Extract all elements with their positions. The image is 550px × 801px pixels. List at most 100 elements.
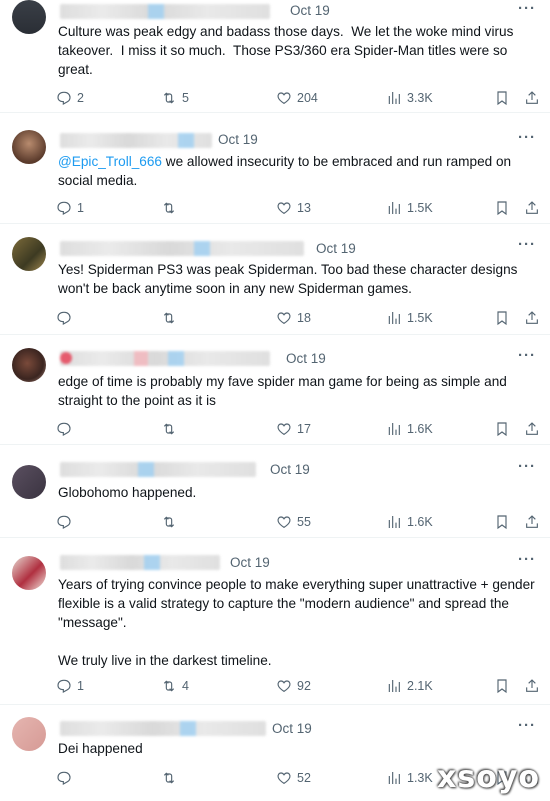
bookmark-action[interactable] [494, 308, 510, 328]
tweet[interactable]: Oct 19 ··· Globohomo happened. 55 1.6K [0, 445, 550, 538]
avatar[interactable] [12, 348, 46, 382]
more-options-icon[interactable]: ··· [518, 458, 536, 475]
tweet-text: Culture was peak edgy and badass those d… [58, 24, 518, 77]
views-action[interactable]: 1.5K [386, 198, 433, 218]
tweet-date[interactable]: Oct 19 [270, 462, 310, 477]
replies-count: 2 [77, 91, 84, 105]
like-action[interactable]: 55 [276, 512, 311, 532]
like-action[interactable]: 17 [276, 419, 311, 439]
likes-count: 204 [297, 91, 318, 105]
like-action[interactable]: 18 [276, 308, 311, 328]
tweet-date[interactable]: Oct 19 [218, 132, 258, 147]
reply-action[interactable]: 2 [56, 88, 84, 108]
reply-icon [56, 200, 72, 216]
like-action[interactable]: 92 [276, 676, 311, 696]
reply-action[interactable] [56, 308, 77, 328]
more-options-icon[interactable]: ··· [518, 129, 536, 146]
more-options-icon[interactable]: ··· [518, 236, 536, 253]
retweet-action[interactable] [161, 419, 182, 439]
views-action[interactable]: 1.6K [386, 419, 433, 439]
retweet-action[interactable] [161, 198, 182, 218]
mention-link[interactable]: @Epic_Troll_666 [58, 154, 162, 169]
tweet-text: Globohomo happened. [58, 485, 197, 500]
retweet-icon [161, 770, 177, 786]
like-action[interactable]: 52 [276, 768, 311, 788]
tweet[interactable]: Oct 19 ··· edge of time is probably my f… [0, 335, 550, 445]
reply-action[interactable] [56, 768, 77, 788]
retweet-action[interactable] [161, 308, 182, 328]
tweet-date[interactable]: Oct 19 [290, 3, 330, 18]
views-icon [386, 200, 402, 216]
bookmark-action[interactable] [494, 676, 510, 696]
share-icon [524, 310, 540, 326]
retweet-action[interactable] [161, 512, 182, 532]
author-name-blurred [60, 721, 266, 736]
more-options-icon[interactable]: ··· [518, 347, 536, 364]
author-name-blurred [60, 241, 304, 256]
avatar[interactable] [12, 465, 46, 499]
tweet[interactable]: Oct 19 ··· Culture was peak edgy and bad… [0, 0, 550, 113]
more-options-icon[interactable]: ··· [518, 0, 536, 17]
views-action[interactable]: 1.6K [386, 512, 433, 532]
avatar[interactable] [12, 0, 46, 34]
reply-action[interactable]: 1 [56, 198, 84, 218]
bookmark-action[interactable] [494, 419, 510, 439]
reply-action[interactable] [56, 419, 77, 439]
likes-count: 17 [297, 422, 311, 436]
avatar[interactable] [12, 237, 46, 271]
author-name-blurred [60, 462, 256, 477]
tweet-actions: 1 4 92 2.1K [56, 676, 546, 696]
retweet-action[interactable]: 4 [161, 676, 189, 696]
avatar[interactable] [12, 717, 46, 751]
tweet-text: Dei happened [58, 741, 143, 756]
tweet[interactable]: Oct 19 ··· Yes! Spiderman PS3 was peak S… [0, 224, 550, 335]
bookmark-action[interactable] [494, 88, 510, 108]
tweet-date[interactable]: Oct 19 [286, 351, 326, 366]
author-name-blurred [60, 555, 220, 570]
tweet-date[interactable]: Oct 19 [272, 721, 312, 736]
likes-count: 13 [297, 201, 311, 215]
tweet-actions: 55 1.6K [56, 512, 546, 532]
like-action[interactable]: 13 [276, 198, 311, 218]
share-action[interactable] [524, 198, 540, 218]
retweet-action[interactable]: 5 [161, 88, 189, 108]
share-action[interactable] [524, 512, 540, 532]
reply-action[interactable]: 1 [56, 676, 84, 696]
views-action[interactable]: 1.5K [386, 308, 433, 328]
more-options-icon[interactable]: ··· [518, 717, 536, 734]
tweet-actions: 17 1.6K [56, 419, 546, 439]
like-action[interactable]: 204 [276, 88, 318, 108]
reply-action[interactable] [56, 512, 77, 532]
bookmark-icon [494, 90, 510, 106]
more-options-icon[interactable]: ··· [518, 551, 536, 568]
views-icon [386, 514, 402, 530]
bookmark-action[interactable] [494, 512, 510, 532]
tweet-actions: 2 5 204 3.3K [56, 88, 546, 108]
reply-icon [56, 514, 72, 530]
retweet-action[interactable] [161, 768, 182, 788]
tweet[interactable]: Oct 19 ··· @Epic_Troll_666 we allowed in… [0, 113, 550, 224]
views-action[interactable]: 2.1K [386, 676, 433, 696]
avatar[interactable] [12, 556, 46, 590]
tweet-date[interactable]: Oct 19 [316, 241, 356, 256]
views-icon [386, 310, 402, 326]
share-action[interactable] [524, 676, 540, 696]
views-count: 1.3K [407, 771, 433, 785]
retweet-icon [161, 514, 177, 530]
bookmark-action[interactable] [494, 198, 510, 218]
author-name-blurred [60, 4, 270, 19]
share-action[interactable] [524, 308, 540, 328]
like-icon [276, 678, 292, 694]
views-action[interactable]: 3.3K [386, 88, 433, 108]
share-icon [524, 90, 540, 106]
avatar[interactable] [12, 130, 46, 164]
views-count: 1.6K [407, 515, 433, 529]
retweet-icon [161, 90, 177, 106]
tweet[interactable]: Oct 19 ··· Years of trying convince peop… [0, 538, 550, 705]
views-count: 1.6K [407, 422, 433, 436]
share-action[interactable] [524, 419, 540, 439]
tweet-date[interactable]: Oct 19 [230, 555, 270, 570]
retweet-icon [161, 310, 177, 326]
views-action[interactable]: 1.3K [386, 768, 433, 788]
share-action[interactable] [524, 88, 540, 108]
